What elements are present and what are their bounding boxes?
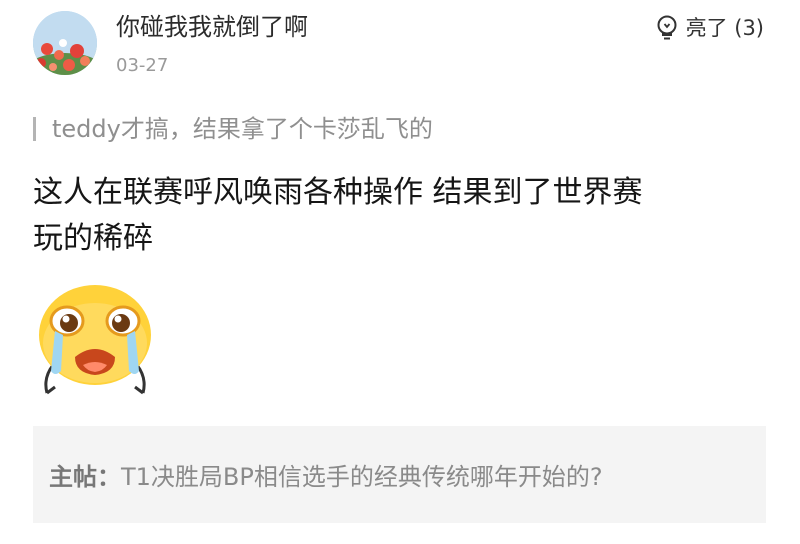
main-post-title: T1决胜局BP相信选手的经典传统哪年开始的? (121, 463, 603, 491)
like-count: 亮了 (3) (685, 16, 764, 40)
crying-face-icon (39, 285, 151, 395)
main-post-label: 主帖： (49, 463, 121, 491)
comment-content-line: 玩的稀碎 (33, 221, 153, 256)
quoted-reply-text: teddy才搞，结果拿了个卡莎乱飞的 (52, 115, 433, 143)
avatar[interactable] (33, 11, 97, 75)
quote-bar (33, 117, 36, 141)
comment-card: 你碰我我就倒了啊 03-27 亮了 (3) teddy才搞，结果拿了个卡莎乱飞的… (0, 0, 800, 544)
username[interactable]: 你碰我我就倒了啊 (116, 11, 308, 43)
main-post-link[interactable]: 主帖： T1决胜局BP相信选手的经典传统哪年开始的? (33, 426, 766, 523)
lightbulb-icon (657, 15, 677, 40)
comment-content-line: 这人在联赛呼风唤雨各种操作 结果到了世界赛 (33, 175, 643, 210)
avatar-image (33, 11, 97, 75)
like-button[interactable]: 亮了 (3) (656, 14, 764, 42)
comment-content: 这人在联赛呼风唤雨各种操作 结果到了世界赛 玩的稀碎 (33, 170, 753, 262)
crying-face-sticker[interactable] (33, 283, 157, 403)
comment-date: 03-27 (116, 55, 169, 76)
quoted-reply[interactable]: teddy才搞，结果拿了个卡莎乱飞的 (33, 113, 433, 145)
